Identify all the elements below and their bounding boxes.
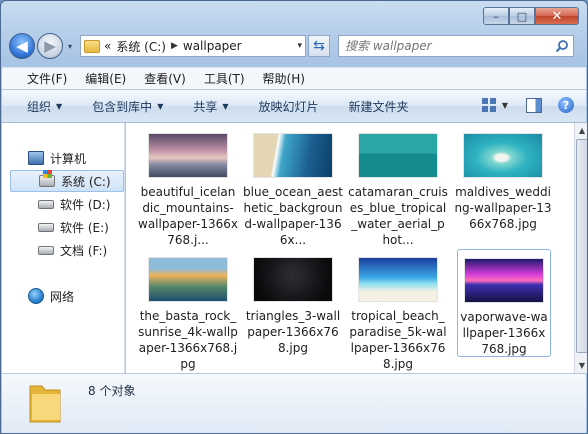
search-icon[interactable] [555,39,569,53]
breadcrumb-overflow[interactable]: « [104,39,111,53]
drive-icon [38,199,54,209]
preview-pane-icon[interactable] [526,97,542,113]
address-dropdown-icon[interactable]: ▾ [297,41,302,51]
computer-icon [28,151,44,165]
sidebar-item-drive-c[interactable]: 系统 (C:) [10,170,124,192]
file-name: tropical_beach_paradise_5k-wallpaper-136… [349,309,447,371]
forward-button[interactable]: ▶ [37,33,63,59]
back-button[interactable]: ◀ [9,33,35,59]
file-tile-selected[interactable]: vaporwave-wallpaper-1366x768.jpg [457,249,551,357]
menu-edit[interactable]: 编辑(E) [85,70,126,87]
menu-help[interactable]: 帮助(H) [263,70,305,87]
view-dropdown-icon[interactable]: ▼ [502,101,508,110]
toolbar-right-icons: ▼ ? [481,97,574,113]
image-thumbnail [253,257,333,302]
file-name: the_basta_rock_sunrise_4k-wallpaper-1366… [138,309,238,371]
network-icon [28,288,44,304]
file-tile[interactable]: maldives_wedding-wallpaper-1366x768.jpg [451,125,555,241]
file-name: triangles_3-wallpaper-1366x768.jpg [245,309,341,355]
breadcrumb-wallpaper[interactable]: wallpaper [183,39,242,53]
command-bar: 组织 ▼ 包含到库中 ▼ 共享 ▼ 放映幻灯片 新建文件夹 ▼ ? [2,89,586,123]
image-thumbnail [358,257,438,302]
new-folder-label: 新建文件夹 [348,99,409,114]
image-thumbnail [148,133,228,178]
refresh-icon: ⇆ [313,38,325,54]
slideshow-button[interactable]: 放映幻灯片 [259,98,319,115]
dropdown-arrow-icon: ▼ [222,101,229,111]
image-thumbnail [464,258,544,303]
scroll-down-icon[interactable]: ▼ [575,358,587,373]
search-box[interactable] [338,35,574,57]
file-list: beautiful_icelandic_mountains-wallpaper-… [126,123,574,373]
sidebar-item-computer[interactable]: 计算机 [2,147,125,169]
maximize-button[interactable]: □ [509,7,535,25]
file-tile[interactable]: tropical_beach_paradise_5k-wallpaper-136… [346,249,450,371]
scrollbar-thumb[interactable] [576,139,587,353]
folder-icon [84,39,100,53]
sidebar-item-label: 系统 (C:) [61,174,111,189]
menu-view[interactable]: 查看(V) [144,70,186,87]
close-button[interactable]: ✕ [535,7,579,25]
refresh-button[interactable]: ⇆ [308,35,330,57]
address-bar[interactable]: « 系统 (C:) ▶ wallpaper ▾ [80,35,306,57]
slideshow-label: 放映幻灯片 [258,99,319,114]
new-folder-button[interactable]: 新建文件夹 [349,98,409,115]
dropdown-arrow-icon: ▼ [56,101,63,111]
drive-icon [38,222,54,232]
file-tile[interactable]: catamaran_cruises_blue_tropical_water_ae… [346,125,450,247]
share-label: 共享 [193,99,218,114]
item-count: 8 个对象 [88,384,136,398]
share-button[interactable]: 共享 ▼ [193,98,228,115]
file-name: blue_ocean_aesthetic_background-wallpape… [243,185,343,247]
system-drive-icon [39,170,55,187]
file-tile[interactable]: blue_ocean_aesthetic_background-wallpape… [241,125,345,247]
file-tile[interactable]: triangles_3-wallpaper-1366x768.jpg [241,249,345,365]
recent-pages-dropdown[interactable]: ▾ [64,42,76,51]
breadcrumb-separator-icon[interactable]: ▶ [171,41,178,51]
change-view-icon[interactable] [481,98,496,112]
menu-bar: 文件(F) 编辑(E) 查看(V) 工具(T) 帮助(H) [2,67,586,89]
include-in-library-button[interactable]: 包含到库中 ▼ [92,98,163,115]
sidebar-item-label: 文档 (F:) [60,243,108,258]
sidebar-item-network[interactable]: 网络 [2,285,125,307]
scroll-up-icon[interactable]: ▲ [575,123,587,138]
image-thumbnail [358,133,438,178]
file-name: maldives_wedding-wallpaper-1366x768.jpg [454,185,552,231]
sidebar-item-drive-e[interactable]: 软件 (E:) [2,216,125,238]
navigation-pane: 计算机 系统 (C:) 软件 (D:) 软件 (E:) 文档 (F:) 网络 [2,123,125,373]
sidebar-item-label: 计算机 [50,151,87,166]
back-arrow-icon: ◀ [16,37,28,55]
sidebar-item-label: 软件 (D:) [60,197,111,212]
menu-tools[interactable]: 工具(T) [204,70,245,87]
folder-icon [29,385,61,423]
file-tile[interactable]: beautiful_icelandic_mountains-wallpaper-… [136,125,240,247]
file-tile[interactable]: the_basta_rock_sunrise_4k-wallpaper-1366… [136,249,240,371]
image-thumbnail [253,133,333,178]
organize-label: 组织 [27,99,52,114]
search-input[interactable] [345,39,545,53]
help-icon[interactable]: ? [558,97,574,113]
forward-arrow-icon: ▶ [44,37,56,55]
dropdown-arrow-icon: ▼ [157,101,164,111]
caption-buttons: – □ ✕ [483,7,579,25]
sidebar-item-drive-f[interactable]: 文档 (F:) [2,239,125,261]
breadcrumb-system-drive[interactable]: 系统 (C:) [116,38,166,55]
navigation-row: ◀ ▶ ▾ « 系统 (C:) ▶ wallpaper ▾ ⇆ [9,32,579,60]
vertical-scrollbar[interactable]: ▲ ▼ [574,123,587,373]
sidebar-item-drive-d[interactable]: 软件 (D:) [2,193,125,215]
file-name: catamaran_cruises_blue_tropical_water_ae… [348,185,448,247]
file-name: vaporwave-wallpaper-1366x768.jpg [460,310,548,356]
image-thumbnail [463,133,543,178]
file-name: beautiful_icelandic_mountains-wallpaper-… [138,185,238,247]
sidebar-item-label: 网络 [50,289,75,304]
include-in-library-label: 包含到库中 [92,99,153,114]
minimize-button[interactable]: – [483,7,509,25]
details-pane: 8 个对象 [2,373,586,433]
sidebar-item-label: 软件 (E:) [60,220,109,235]
organize-button[interactable]: 组织 ▼ [27,98,62,115]
image-thumbnail [148,257,228,302]
explorer-window: – □ ✕ ◀ ▶ ▾ « 系统 (C:) ▶ wallpaper ▾ ⇆ 文件… [0,0,588,434]
menu-file[interactable]: 文件(F) [27,70,67,87]
drive-icon [38,245,54,255]
